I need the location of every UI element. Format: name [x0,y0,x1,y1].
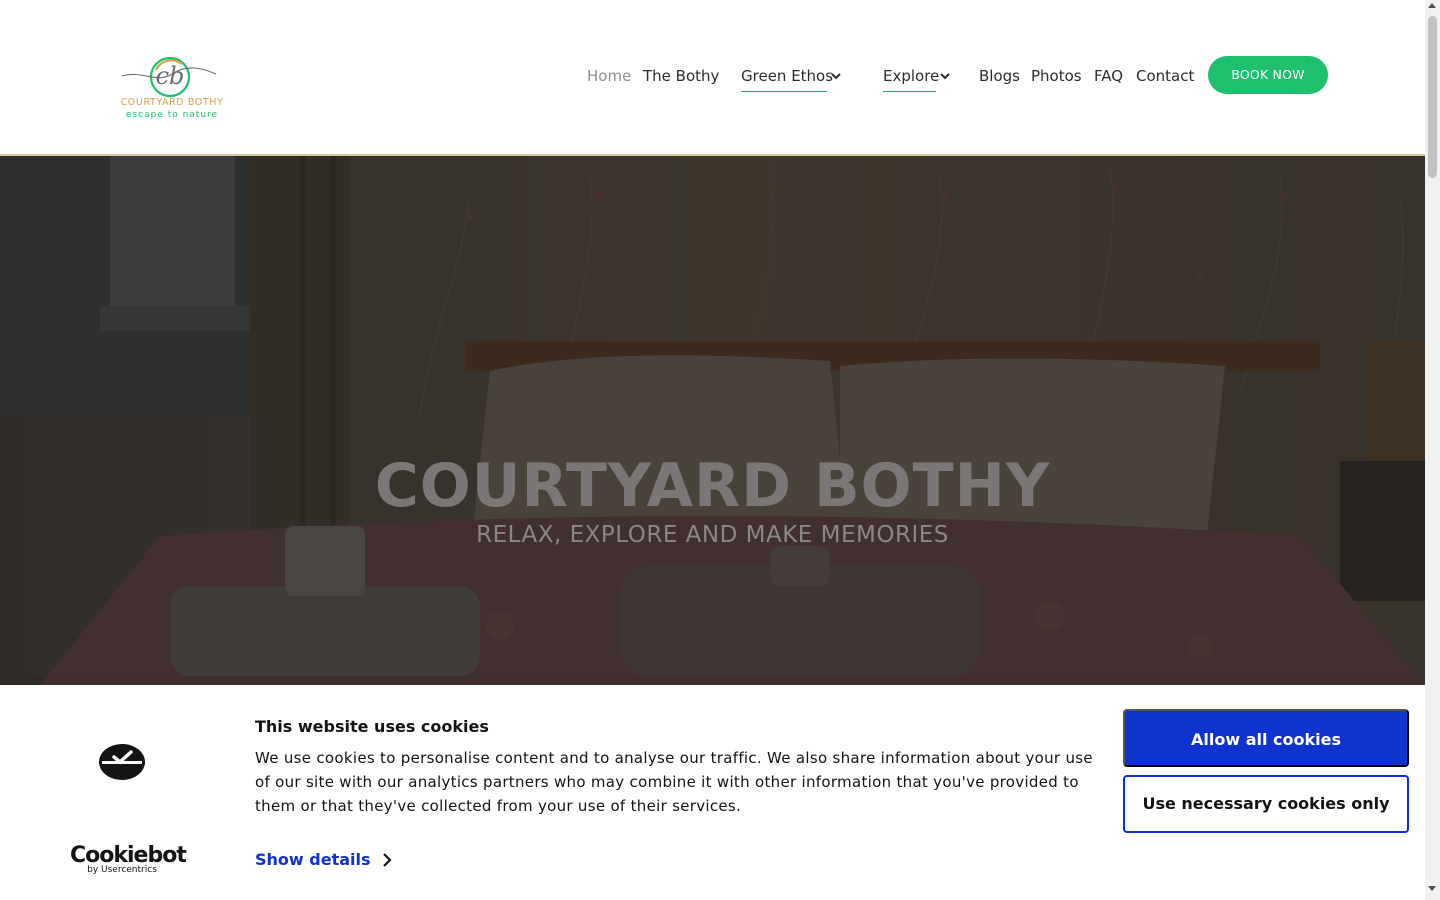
nav-item-green-ethos[interactable]: Green Ethos [741,60,833,92]
cookie-banner-title: This website uses cookies [255,717,489,736]
scroll-down-arrow-icon[interactable] [1428,886,1436,891]
book-now-button[interactable]: BOOK NOW [1208,56,1328,94]
nav-item-explore[interactable]: Explore [883,60,939,92]
nav-item-home[interactable]: Home [587,60,631,92]
nav-item-label: Green Ethos [741,67,834,85]
nav-item-label: Explore [883,67,940,85]
hero-background-image [0,156,1425,685]
hero-title: COURTYARD BOTHY [374,451,1051,521]
cookiebot-logo-icon [99,744,145,780]
hero-subtitle: RELAX, EXPLORE AND MAKE MEMORIES [476,522,949,548]
scroll-up-arrow-icon[interactable] [1428,3,1436,8]
nav-item-the-bothy[interactable]: The Bothy [643,60,719,92]
logo-name: COURTYARD BOTHY [120,97,224,108]
site-header: cb COURTYARD BOTHY escape to nature Home… [0,0,1425,156]
logo-mark-icon: cb [121,56,217,98]
site-logo[interactable]: cb COURTYARD BOTHY escape to nature [112,40,234,126]
allow-all-cookies-button[interactable]: Allow all cookies [1123,709,1409,767]
scrollbar-thumb[interactable] [1428,16,1437,178]
necessary-cookies-only-button[interactable]: Use necessary cookies only [1123,775,1409,833]
cookie-consent-banner: Cookiebot by Usercentrics This website u… [0,685,1425,900]
show-details-link[interactable]: Show details [255,850,371,869]
cookiebot-brand-by: by Usercentrics [87,865,157,875]
chevron-down-icon[interactable] [939,70,951,82]
nav-item-photos[interactable]: Photos [1031,60,1082,92]
nav-item-faq[interactable]: FAQ [1094,60,1123,92]
page-scrollbar[interactable] [1425,0,1440,900]
hero-banner: COURTYARD BOTHY RELAX, EXPLORE AND MAKE … [0,156,1425,685]
nav-underline [883,91,936,92]
chevron-down-icon[interactable] [830,70,842,82]
nav-item-blogs[interactable]: Blogs [979,60,1020,92]
nav-underline [741,91,827,92]
nav-item-contact[interactable]: Contact [1136,60,1194,92]
chevron-right-icon[interactable] [380,852,394,868]
logo-tagline: escape to nature [125,110,219,120]
svg-text:cb: cb [156,62,185,90]
cookiebot-brand: Cookiebot by Usercentrics [70,843,187,877]
cookie-banner-text: We use cookies to personalise content an… [255,749,1093,815]
